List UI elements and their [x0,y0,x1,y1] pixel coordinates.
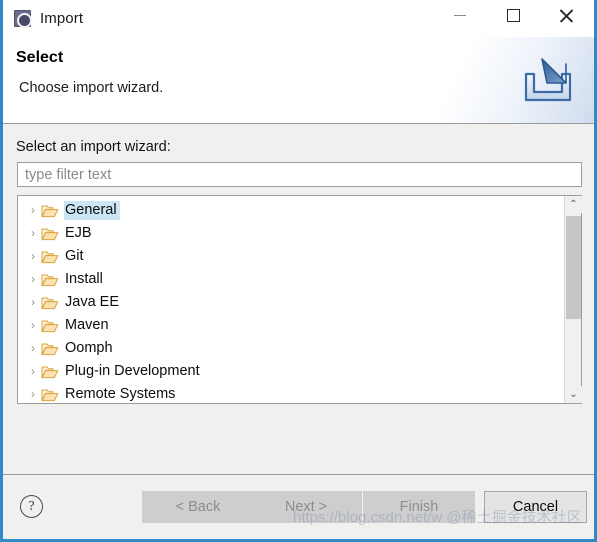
tree-item[interactable]: › Git [18,245,564,268]
next-button[interactable]: Next > [250,491,362,523]
wizard-header-banner: Select Choose import wizard. [3,37,594,124]
scroll-up-icon[interactable]: ⌃ [565,196,582,213]
folder-icon [41,273,59,287]
maximize-icon [507,9,520,22]
tree-item[interactable]: › EJB [18,222,564,245]
tree-scrollbar[interactable]: ⌃ ⌄ [564,196,582,403]
expand-arrow-icon[interactable]: › [25,199,41,222]
tree-item-label: Maven [65,317,109,333]
help-icon[interactable]: ? [20,495,43,518]
expand-arrow-icon[interactable]: › [25,245,41,268]
expand-arrow-icon[interactable]: › [25,222,41,245]
dialog-footer: ? < Back Next > Finish Cancel https://bl… [3,474,594,539]
folder-icon [41,296,59,310]
tree-item[interactable]: › Oomph [18,337,564,360]
wizard-tree[interactable]: › General › EJB › Git › Install › Java EE › Maven › O… [17,195,582,404]
tree-item-label: Java EE [65,294,119,310]
tree-item-label: Oomph [65,340,113,356]
title-bar: Import [3,0,594,37]
tree-item[interactable]: › General [18,199,564,222]
back-button[interactable]: < Back [142,491,254,523]
expand-arrow-icon[interactable]: › [25,360,41,383]
maximize-button[interactable] [491,0,536,31]
folder-icon [41,388,59,402]
select-wizard-label: Select an import wizard: [16,139,171,155]
expand-arrow-icon[interactable]: › [25,314,41,337]
folder-icon [41,342,59,356]
page-title: Select [16,49,64,66]
expand-arrow-icon[interactable]: › [25,268,41,291]
page-description: Choose import wizard. [19,80,164,96]
folder-icon [41,365,59,379]
tree-item[interactable]: › Remote Systems [18,383,564,403]
expand-arrow-icon[interactable]: › [25,337,41,360]
tree-item-label: Plug-in Development [65,363,200,379]
close-button[interactable] [543,0,588,31]
folder-icon [41,227,59,241]
tree-item[interactable]: › Install [18,268,564,291]
import-wizard-dialog: Import Select Choose import wizard. Sele… [0,0,597,542]
folder-icon [41,204,59,218]
wizard-tree-list[interactable]: › General › EJB › Git › Install › Java EE › Maven › O… [18,196,564,403]
scroll-down-icon[interactable]: ⌄ [565,386,582,403]
close-icon [558,8,574,24]
window-title: Import [40,10,84,27]
tree-item[interactable]: › Plug-in Development [18,360,564,383]
tree-item-label: Install [65,271,103,287]
tree-item[interactable]: › Java EE [18,291,564,314]
tree-item[interactable]: › Maven [18,314,564,337]
finish-button[interactable]: Finish [363,491,475,523]
tree-item-label: Git [65,248,84,264]
folder-icon [41,319,59,333]
eclipse-import-icon [14,10,32,28]
cancel-button[interactable]: Cancel [484,491,587,523]
import-tray-arrow-icon [524,58,572,102]
expand-arrow-icon[interactable]: › [25,291,41,314]
tree-item-label: General [64,201,120,220]
wizard-body: Select an import wizard: › General › EJB › Gi… [3,124,594,474]
tree-item-label: EJB [65,225,92,241]
folder-icon [41,250,59,264]
tree-item-label: Remote Systems [65,386,176,402]
filter-input[interactable] [17,162,582,187]
minimize-icon [453,15,466,16]
expand-arrow-icon[interactable]: › [25,383,41,403]
scrollbar-thumb[interactable] [566,216,581,319]
minimize-button[interactable] [437,0,482,31]
